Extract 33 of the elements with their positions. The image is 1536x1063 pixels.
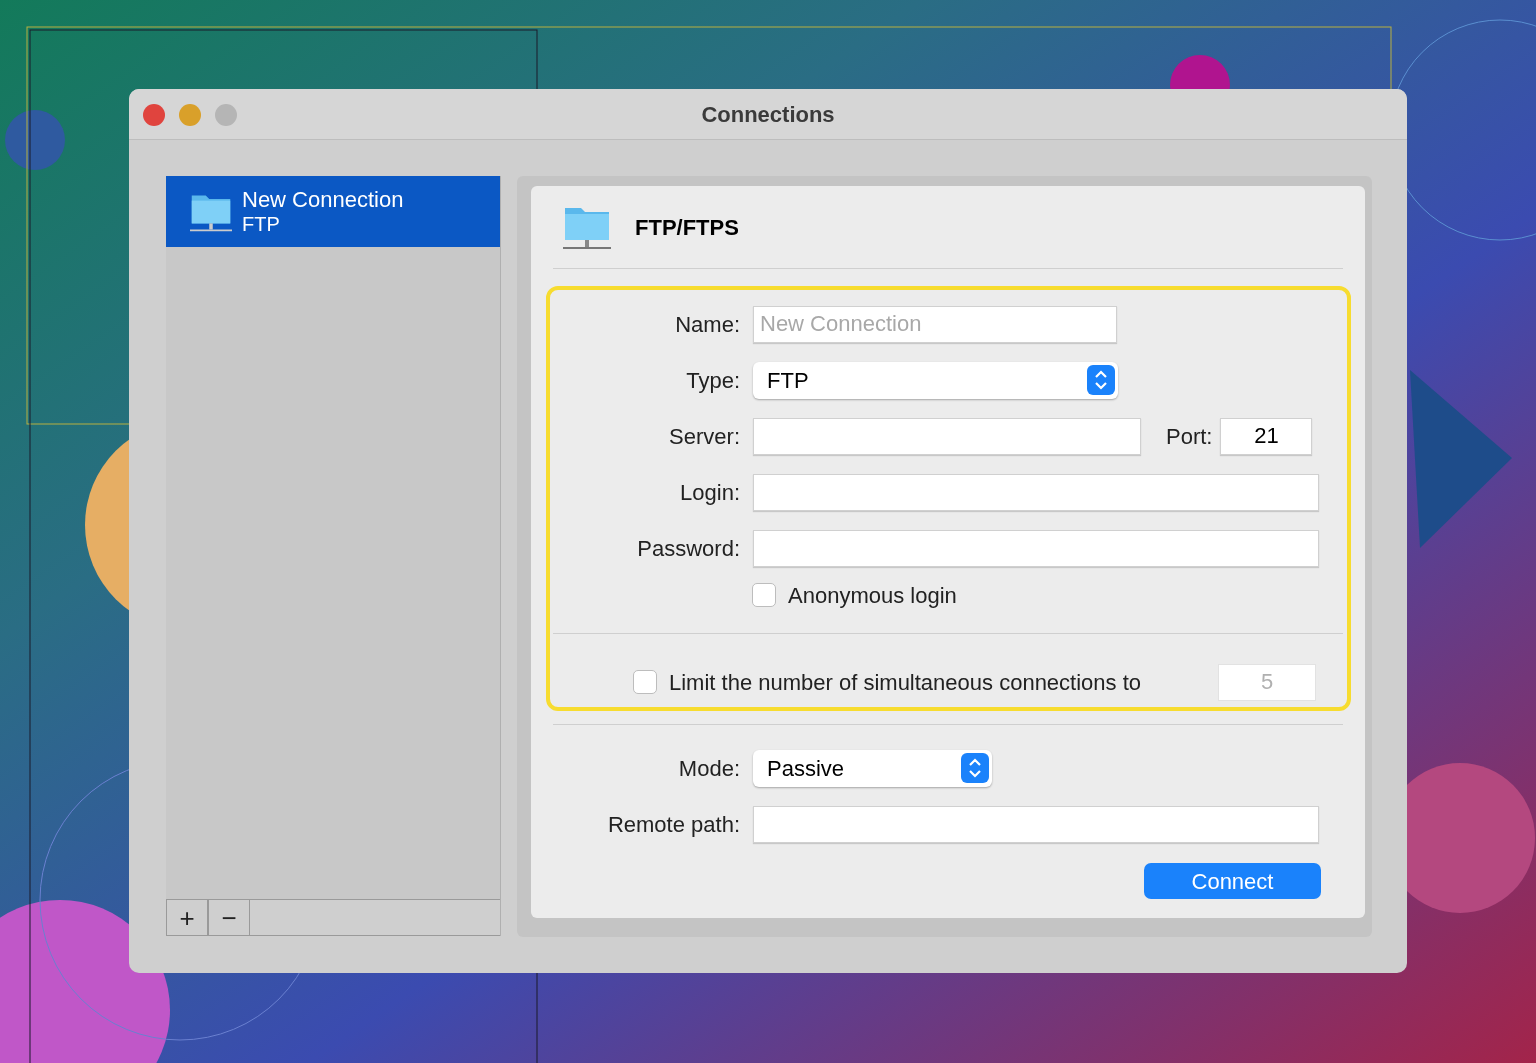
input-field[interactable]	[753, 805, 1319, 843]
stepper-chevrons-icon	[961, 753, 989, 783]
window-title: Connections	[701, 100, 835, 129]
item-title: New Connection	[242, 186, 404, 212]
item-subtitle: FTP	[242, 211, 281, 237]
connect-button[interactable]: Connect	[1144, 863, 1321, 899]
input-field[interactable]	[753, 529, 1319, 567]
add-button[interactable]: +	[166, 900, 208, 935]
field-label: Port:	[1166, 422, 1213, 451]
input-field[interactable]: New Connection	[753, 305, 1117, 343]
dropdown[interactable]: FTP	[753, 361, 1118, 399]
zoom-button[interactable]	[215, 104, 237, 126]
field-label: Type:	[685, 366, 740, 395]
stepper-chevrons-icon	[1087, 365, 1115, 395]
dropdown[interactable]: Passive	[753, 749, 992, 787]
field-label: Name:	[674, 310, 740, 339]
port-field[interactable]: 21	[1220, 417, 1313, 455]
checkbox[interactable]	[752, 583, 776, 607]
minimize-button[interactable]	[179, 104, 201, 126]
field-label: Mode:	[677, 754, 740, 783]
field-label: Login:	[679, 478, 740, 507]
connection-item[interactable]: New Connection FTP	[166, 176, 500, 247]
decorative-circle	[5, 110, 65, 170]
remove-button[interactable]: −	[208, 900, 250, 935]
input-field[interactable]	[753, 417, 1141, 455]
input-field[interactable]	[753, 473, 1319, 511]
field-label: Remote path:	[606, 810, 740, 839]
checkbox-label: Limit the number of simultaneous connections to	[669, 668, 1143, 697]
field-label: Server:	[668, 422, 740, 451]
panel-title: FTP/FTPS	[635, 213, 739, 242]
field-label: Password:	[636, 534, 740, 563]
close-button[interactable]	[143, 104, 165, 126]
checkbox-label: Anonymous login	[788, 581, 957, 610]
